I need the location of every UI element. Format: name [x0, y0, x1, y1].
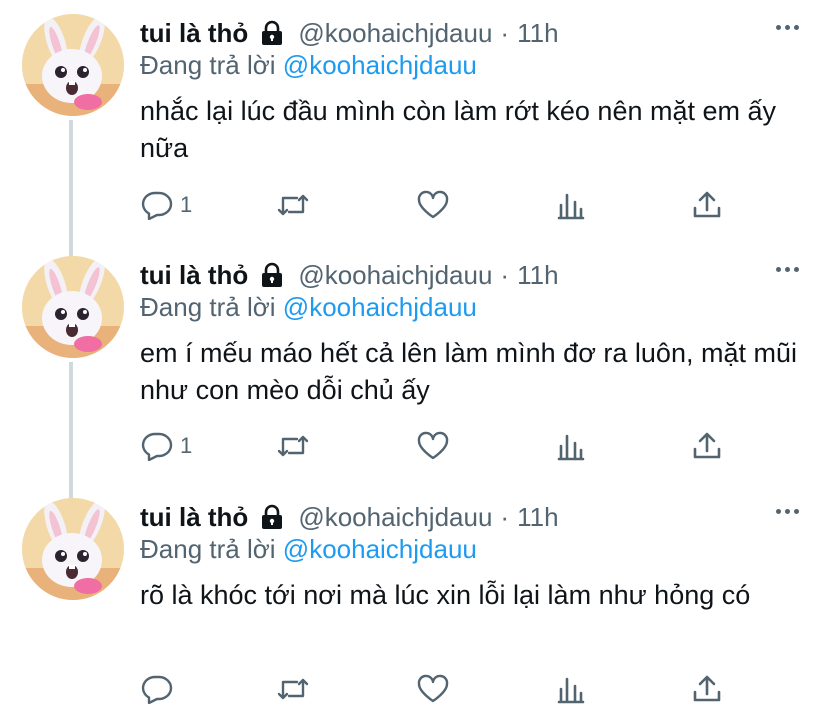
- avatar[interactable]: [22, 498, 124, 600]
- tweet-text: rõ là khóc tới nơi mà lúc xin lỗi lại là…: [140, 580, 751, 610]
- author-name[interactable]: tui là thỏ: [140, 260, 248, 291]
- replying-to: Đang trả lời @koohaichjdauu: [140, 534, 477, 565]
- tweet-text: em í mếu máo hết cả lên làm mình đơ ra l…: [140, 338, 797, 405]
- share-icon: [693, 432, 721, 459]
- avatar[interactable]: [22, 256, 124, 358]
- author-name[interactable]: tui là thỏ: [140, 18, 248, 49]
- retweet-button[interactable]: [276, 674, 316, 704]
- analytics-button[interactable]: [554, 431, 588, 461]
- retweet-icon: [277, 678, 309, 700]
- analytics-icon: [557, 193, 585, 220]
- reply-count: 1: [180, 433, 193, 458]
- action-bar: 1: [140, 431, 740, 461]
- lock-icon: [262, 20, 283, 45]
- author-name[interactable]: tui là thỏ: [140, 502, 248, 533]
- share-button[interactable]: [690, 674, 724, 704]
- like-button[interactable]: [416, 190, 456, 220]
- separator-dot: ·: [500, 501, 510, 532]
- timestamp[interactable]: 11h: [517, 260, 558, 291]
- tweet-text: nhắc lại lúc đầu mình còn làm rớt kéo nê…: [140, 96, 777, 163]
- bunny-avatar-image: [22, 256, 124, 358]
- lock-icon: [262, 504, 283, 529]
- retweet-icon: [277, 194, 309, 216]
- tweet-header: tui là thỏ @koohaichjdauu · 11h: [140, 258, 559, 292]
- bunny-avatar-image: [22, 498, 124, 600]
- author-handle[interactable]: @koohaichjdauu: [298, 502, 492, 533]
- separator-dot: ·: [500, 259, 510, 290]
- replying-to-mention[interactable]: @koohaichjdauu: [283, 50, 477, 80]
- like-button[interactable]: [416, 431, 456, 461]
- heart-icon: [417, 431, 449, 460]
- action-bar: [140, 674, 740, 704]
- timestamp[interactable]: 11h: [517, 502, 558, 533]
- analytics-button[interactable]: [554, 674, 588, 704]
- replying-to-mention[interactable]: @koohaichjdauu: [283, 292, 477, 322]
- share-button[interactable]: [690, 431, 724, 461]
- more-icon[interactable]: [774, 260, 804, 280]
- tweet[interactable]: tui là thỏ @koohaichjdauu · 11h Đang trả…: [0, 242, 828, 484]
- heart-icon: [417, 190, 449, 219]
- reply-icon: [141, 191, 173, 220]
- reply-icon: [141, 432, 173, 461]
- reply-button[interactable]: 1: [140, 431, 192, 461]
- retweet-button[interactable]: [276, 190, 316, 220]
- more-icon[interactable]: [774, 18, 804, 38]
- lock-icon: [262, 262, 283, 287]
- share-icon: [693, 675, 721, 702]
- reply-count: 1: [180, 192, 193, 217]
- replying-to-label: Đang trả lời: [140, 50, 276, 80]
- retweet-icon: [277, 435, 309, 457]
- share-icon: [693, 191, 721, 218]
- analytics-icon: [557, 677, 585, 704]
- replying-to-label: Đang trả lời: [140, 534, 276, 564]
- analytics-button[interactable]: [554, 190, 588, 220]
- replying-to-label: Đang trả lời: [140, 292, 276, 322]
- tweet[interactable]: tui là thỏ @koohaichjdauu · 11h Đang trả…: [0, 484, 828, 714]
- more-icon[interactable]: [774, 502, 804, 522]
- reply-icon: [141, 675, 173, 704]
- avatar[interactable]: [22, 14, 124, 116]
- analytics-icon: [557, 434, 585, 461]
- replying-to: Đang trả lời @koohaichjdauu: [140, 50, 477, 81]
- heart-icon: [417, 674, 449, 703]
- tweet-header: tui là thỏ @koohaichjdauu · 11h: [140, 500, 559, 534]
- reply-button[interactable]: 1: [140, 190, 192, 220]
- replying-to: Đang trả lời @koohaichjdauu: [140, 292, 477, 323]
- bunny-avatar-image: [22, 14, 124, 116]
- like-button[interactable]: [416, 674, 456, 704]
- separator-dot: ·: [500, 17, 510, 48]
- share-button[interactable]: [690, 190, 724, 220]
- retweet-button[interactable]: [276, 431, 316, 461]
- reply-button[interactable]: [140, 674, 180, 704]
- tweet-header: tui là thỏ @koohaichjdauu · 11h: [140, 16, 559, 50]
- timestamp[interactable]: 11h: [517, 18, 558, 49]
- replying-to-mention[interactable]: @koohaichjdauu: [283, 534, 477, 564]
- tweet[interactable]: tui là thỏ @koohaichjdauu · 11h Đang trả…: [0, 0, 828, 242]
- author-handle[interactable]: @koohaichjdauu: [298, 18, 492, 49]
- action-bar: 1: [140, 190, 740, 220]
- author-handle[interactable]: @koohaichjdauu: [298, 260, 492, 291]
